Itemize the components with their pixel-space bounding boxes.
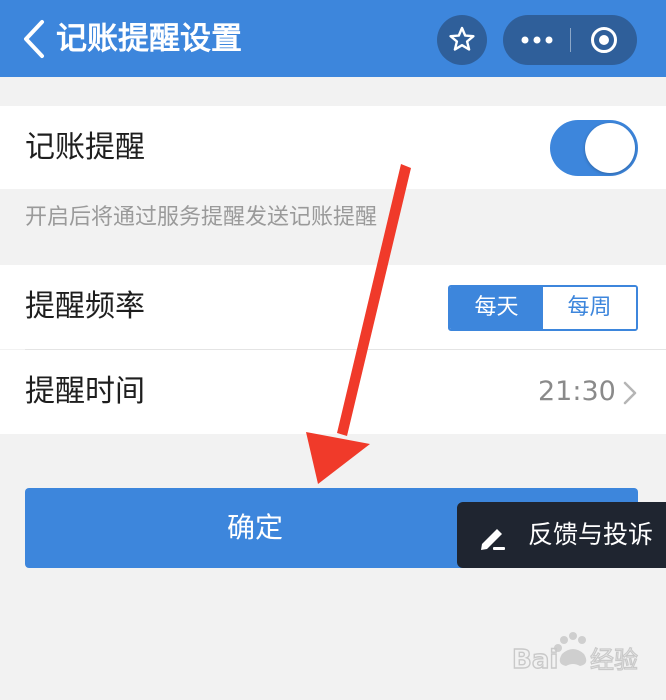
chevron-left-icon — [24, 20, 44, 58]
pencil-icon — [481, 529, 505, 550]
remind-label: 记账提醒 — [25, 130, 145, 165]
menu-capsule — [503, 15, 637, 65]
star-icon — [449, 26, 475, 51]
back-button[interactable] — [18, 18, 52, 60]
svg-text:经验: 经验 — [590, 646, 638, 674]
target-circle-icon — [591, 27, 617, 53]
time-value[interactable]: 21:30 — [538, 372, 616, 412]
chevron-right-icon — [623, 381, 637, 405]
favorite-button[interactable] — [437, 15, 487, 65]
svg-text:Bai: Bai — [512, 645, 558, 675]
close-miniprogram-button[interactable] — [571, 15, 637, 65]
frequency-label: 提醒频率 — [25, 289, 145, 324]
toggle-knob — [585, 123, 635, 173]
confirm-label: 确定 — [226, 511, 283, 544]
page-title: 记账提醒设置 — [56, 21, 242, 57]
frequency-option-weekly[interactable]: 每周 — [543, 287, 636, 329]
more-button[interactable] — [503, 15, 569, 65]
feedback-button[interactable]: 反馈与投诉 — [457, 502, 666, 568]
remind-toggle[interactable] — [550, 120, 638, 176]
feedback-label: 反馈与投诉 — [528, 520, 654, 549]
frequency-option-daily[interactable]: 每天 — [450, 287, 543, 329]
time-label: 提醒时间 — [25, 374, 145, 409]
remind-hint: 开启后将通过服务提醒发送记账提醒 — [25, 205, 378, 230]
frequency-selector: 每天 每周 — [448, 285, 638, 331]
baidu-watermark-logo: Bai 经验 — [512, 632, 639, 676]
more-dots-icon — [521, 36, 553, 44]
navbar: 记账提醒设置 — [0, 0, 666, 77]
